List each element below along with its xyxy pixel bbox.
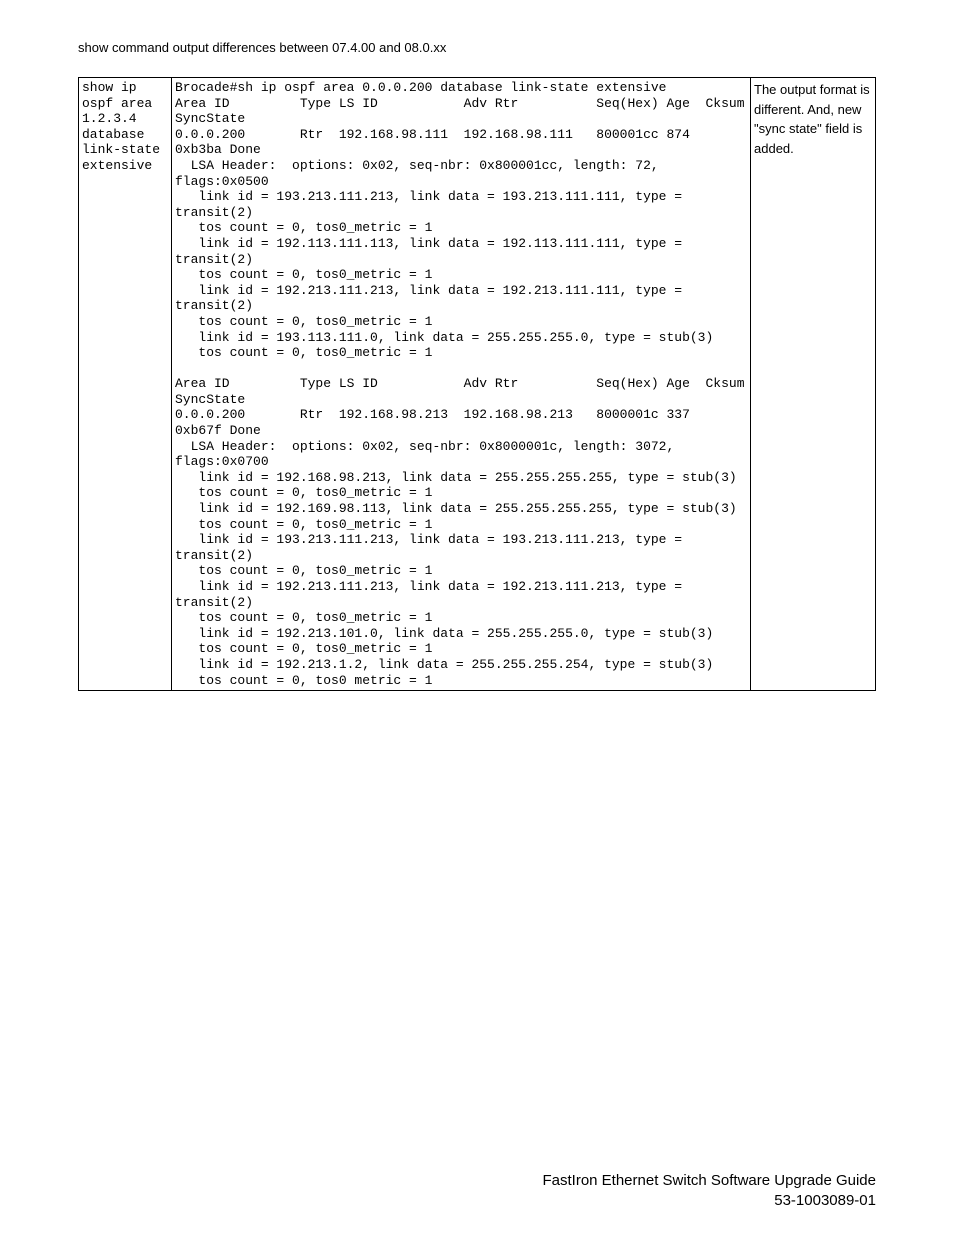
page-title: show command output differences between … xyxy=(78,40,876,55)
output-cell: Brocade#sh ip ospf area 0.0.0.200 databa… xyxy=(172,78,751,691)
table-row: show ip ospf area 1.2.3.4 database link-… xyxy=(79,78,876,691)
footer-docnum: 53-1003089-01 xyxy=(78,1191,876,1211)
footer-title: FastIron Ethernet Switch Software Upgrad… xyxy=(78,1171,876,1191)
footer: FastIron Ethernet Switch Software Upgrad… xyxy=(78,1171,876,1212)
diff-table: show ip ospf area 1.2.3.4 database link-… xyxy=(78,77,876,691)
note-cell: The output format is different. And, new… xyxy=(751,78,876,691)
command-cell: show ip ospf area 1.2.3.4 database link-… xyxy=(79,78,172,691)
